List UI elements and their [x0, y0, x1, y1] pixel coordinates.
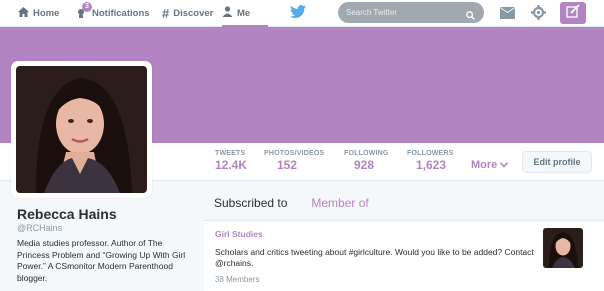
gear-icon[interactable] [531, 5, 546, 25]
profile-name: Rebecca Hains [17, 206, 117, 222]
compose-icon [566, 3, 580, 23]
list-title[interactable]: Girl Studies [215, 229, 263, 239]
list-member-count: 38 Members [215, 275, 260, 284]
profile-bio: Media studies professor. Author of The P… [17, 238, 186, 283]
top-navigation: Home 3 Notifications # Discover Me [0, 0, 604, 27]
nav-discover[interactable]: # Discover [162, 0, 213, 26]
nav-me[interactable]: Me [222, 0, 268, 27]
stat-followers[interactable]: FOLLOWERS 1,623 [407, 150, 454, 172]
search-icon[interactable] [466, 7, 475, 25]
more-menu-button[interactable]: More [471, 159, 509, 171]
stat-value: 152 [277, 158, 298, 172]
list-item[interactable]: Girl Studies Scholars and critics tweeti… [204, 221, 604, 291]
stat-label: TWEETS [215, 150, 246, 157]
nav-notifications-label: Notifications [92, 7, 150, 19]
stat-label: PHOTOS/VIDEOS [264, 150, 325, 157]
home-icon [18, 6, 29, 20]
stat-label: FOLLOWERS [407, 150, 454, 157]
edit-profile-button[interactable]: Edit profile [522, 151, 592, 173]
stat-value: 1,623 [416, 158, 447, 172]
profile-avatar-frame [11, 61, 152, 198]
stat-photos-videos[interactable]: PHOTOS/VIDEOS 152 [264, 150, 324, 172]
more-label: More [471, 159, 498, 171]
nav-notifications[interactable]: 3 Notifications [76, 0, 150, 26]
direct-messages-icon[interactable] [500, 6, 515, 24]
list-description: Scholars and critics tweeting about #gir… [215, 247, 534, 268]
avatar[interactable] [16, 66, 147, 193]
chevron-down-icon [500, 159, 509, 171]
stat-following[interactable]: FOLLOWING 928 [344, 150, 389, 172]
search-input[interactable] [338, 2, 484, 23]
nav-home-label: Home [33, 7, 60, 19]
profile-handle: @RCHains [17, 223, 63, 233]
notifications-badge: 3 [82, 2, 92, 12]
lists-tabs: Subscribed to Member of [214, 196, 369, 210]
nav-home[interactable]: Home [18, 0, 59, 26]
stat-label: FOLLOWING [344, 150, 389, 157]
tab-member-of[interactable]: Member of [311, 196, 368, 210]
stat-value: 12.4K [215, 158, 248, 172]
list-owner-avatar[interactable] [543, 228, 583, 268]
stat-value: 928 [354, 158, 375, 172]
stat-tweets[interactable]: TWEETS 12.4K [215, 150, 247, 172]
nav-discover-label: Discover [173, 7, 214, 19]
person-icon [222, 6, 233, 20]
hashtag-icon: # [162, 5, 170, 21]
compose-tweet-button[interactable] [560, 2, 586, 24]
tab-subscribed-to[interactable]: Subscribed to [214, 196, 287, 210]
nav-me-label: Me [237, 7, 251, 19]
twitter-bird-icon[interactable] [290, 5, 306, 23]
